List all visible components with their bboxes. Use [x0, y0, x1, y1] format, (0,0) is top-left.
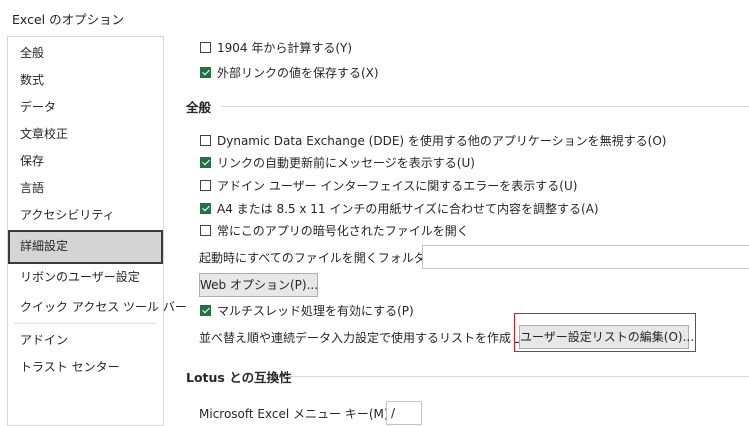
- sidebar-item-general[interactable]: 全般: [8, 40, 163, 67]
- option-ignore-dde[interactable]: Dynamic Data Exchange (DDE) を使用する他のアプリケー…: [200, 131, 666, 149]
- startup-folder-input[interactable]: [422, 245, 749, 269]
- option-label: リンクの自動更新前にメッセージを表示する(U): [217, 155, 475, 170]
- menu-key-row: Microsoft Excel メニュー キー(M):: [199, 404, 393, 422]
- menu-key-input[interactable]: /: [386, 401, 422, 425]
- startup-folder-label: 起動時にすべてのファイルを開くフォルダー(L):: [199, 250, 458, 265]
- sidebar-item-customize-ribbon[interactable]: リボンのユーザー設定: [8, 264, 163, 291]
- option-label: 1904 年から計算する(Y): [217, 40, 353, 55]
- sidebar-item-quick-access-toolbar[interactable]: クイック アクセス ツール バー: [8, 294, 187, 321]
- section-heading-lotus: Lotus との互換性: [186, 370, 292, 385]
- checkbox-show-addin-errors[interactable]: [200, 179, 211, 191]
- custom-list-label: 並べ替え順や連続データ入力設定で使用するリストを作成します:: [199, 330, 552, 345]
- window-title: Excel のオプション: [12, 12, 125, 27]
- edit-custom-lists-button[interactable]: ユーザー設定リストの編集(O)...: [519, 325, 694, 349]
- option-label: アドイン ユーザー インターフェイスに関するエラーを表示する(U): [217, 178, 578, 193]
- option-ask-update-links[interactable]: リンクの自動更新前にメッセージを表示する(U): [200, 153, 475, 171]
- menu-key-label: Microsoft Excel メニュー キー(M):: [199, 406, 393, 421]
- section-divider: [222, 106, 749, 107]
- sidebar-item-save[interactable]: 保存: [8, 148, 163, 175]
- sidebar-item-proofing[interactable]: 文章校正: [8, 121, 163, 148]
- checkbox-save-external-links[interactable]: [200, 66, 211, 78]
- option-save-external-links[interactable]: 外部リンクの値を保存する(X): [200, 63, 379, 81]
- option-1904-date-system[interactable]: 1904 年から計算する(Y): [200, 38, 352, 56]
- sidebar-nav: 全般 数式 データ 文章校正 保存 言語 アクセシビリティ 詳細設定 リボンのユ…: [7, 36, 187, 426]
- option-multithread[interactable]: マルチスレッド処理を有効にする(P): [200, 301, 414, 319]
- section-divider: [286, 376, 749, 377]
- option-show-addin-errors[interactable]: アドイン ユーザー インターフェイスに関するエラーを表示する(U): [200, 176, 577, 194]
- startup-folder-row: 起動時にすべてのファイルを開くフォルダー(L):: [199, 248, 458, 266]
- advanced-options-panel: 1904 年から計算する(Y) 外部リンクの値を保存する(X) 全般 Dynam…: [166, 36, 749, 425]
- custom-list-row: 並べ替え順や連続データ入力設定で使用するリストを作成します:: [199, 328, 551, 346]
- sidebar-item-data[interactable]: データ: [8, 94, 163, 121]
- section-heading-general: 全般: [186, 100, 212, 115]
- option-label: マルチスレッド処理を有効にする(P): [217, 303, 414, 318]
- checkbox-scale-paper-size[interactable]: [200, 202, 211, 214]
- checkbox-ignore-dde[interactable]: [200, 134, 211, 146]
- checkbox-ask-update-links[interactable]: [200, 156, 211, 168]
- option-label: A4 または 8.5 x 11 インチの用紙サイズに合わせて内容を調整する(A): [217, 201, 599, 216]
- option-label: 常にこのアプリの暗号化されたファイルを開く: [217, 223, 469, 238]
- checkbox-multithread[interactable]: [200, 304, 211, 316]
- option-scale-paper-size[interactable]: A4 または 8.5 x 11 インチの用紙サイズに合わせて内容を調整する(A): [200, 199, 599, 217]
- sidebar-item-language[interactable]: 言語: [8, 175, 163, 202]
- web-options-button[interactable]: Web オプション(P)...: [199, 273, 318, 297]
- sidebar-item-formulas[interactable]: 数式: [8, 67, 163, 94]
- sidebar-item-advanced[interactable]: 詳細設定: [8, 230, 163, 264]
- sidebar-divider: [14, 323, 156, 324]
- sidebar-item-accessibility[interactable]: アクセシビリティ: [8, 202, 163, 229]
- option-label: Dynamic Data Exchange (DDE) を使用する他のアプリケー…: [217, 133, 667, 148]
- option-open-encrypted-files[interactable]: 常にこのアプリの暗号化されたファイルを開く: [200, 221, 469, 239]
- checkbox-1904[interactable]: [200, 41, 211, 53]
- checkbox-open-encrypted-files[interactable]: [200, 224, 211, 236]
- sidebar-item-addins[interactable]: アドイン: [8, 327, 163, 354]
- title-bar: Excel のオプション: [0, 0, 749, 36]
- option-label: 外部リンクの値を保存する(X): [217, 65, 379, 80]
- sidebar-item-trust-center[interactable]: トラスト センター: [8, 354, 163, 381]
